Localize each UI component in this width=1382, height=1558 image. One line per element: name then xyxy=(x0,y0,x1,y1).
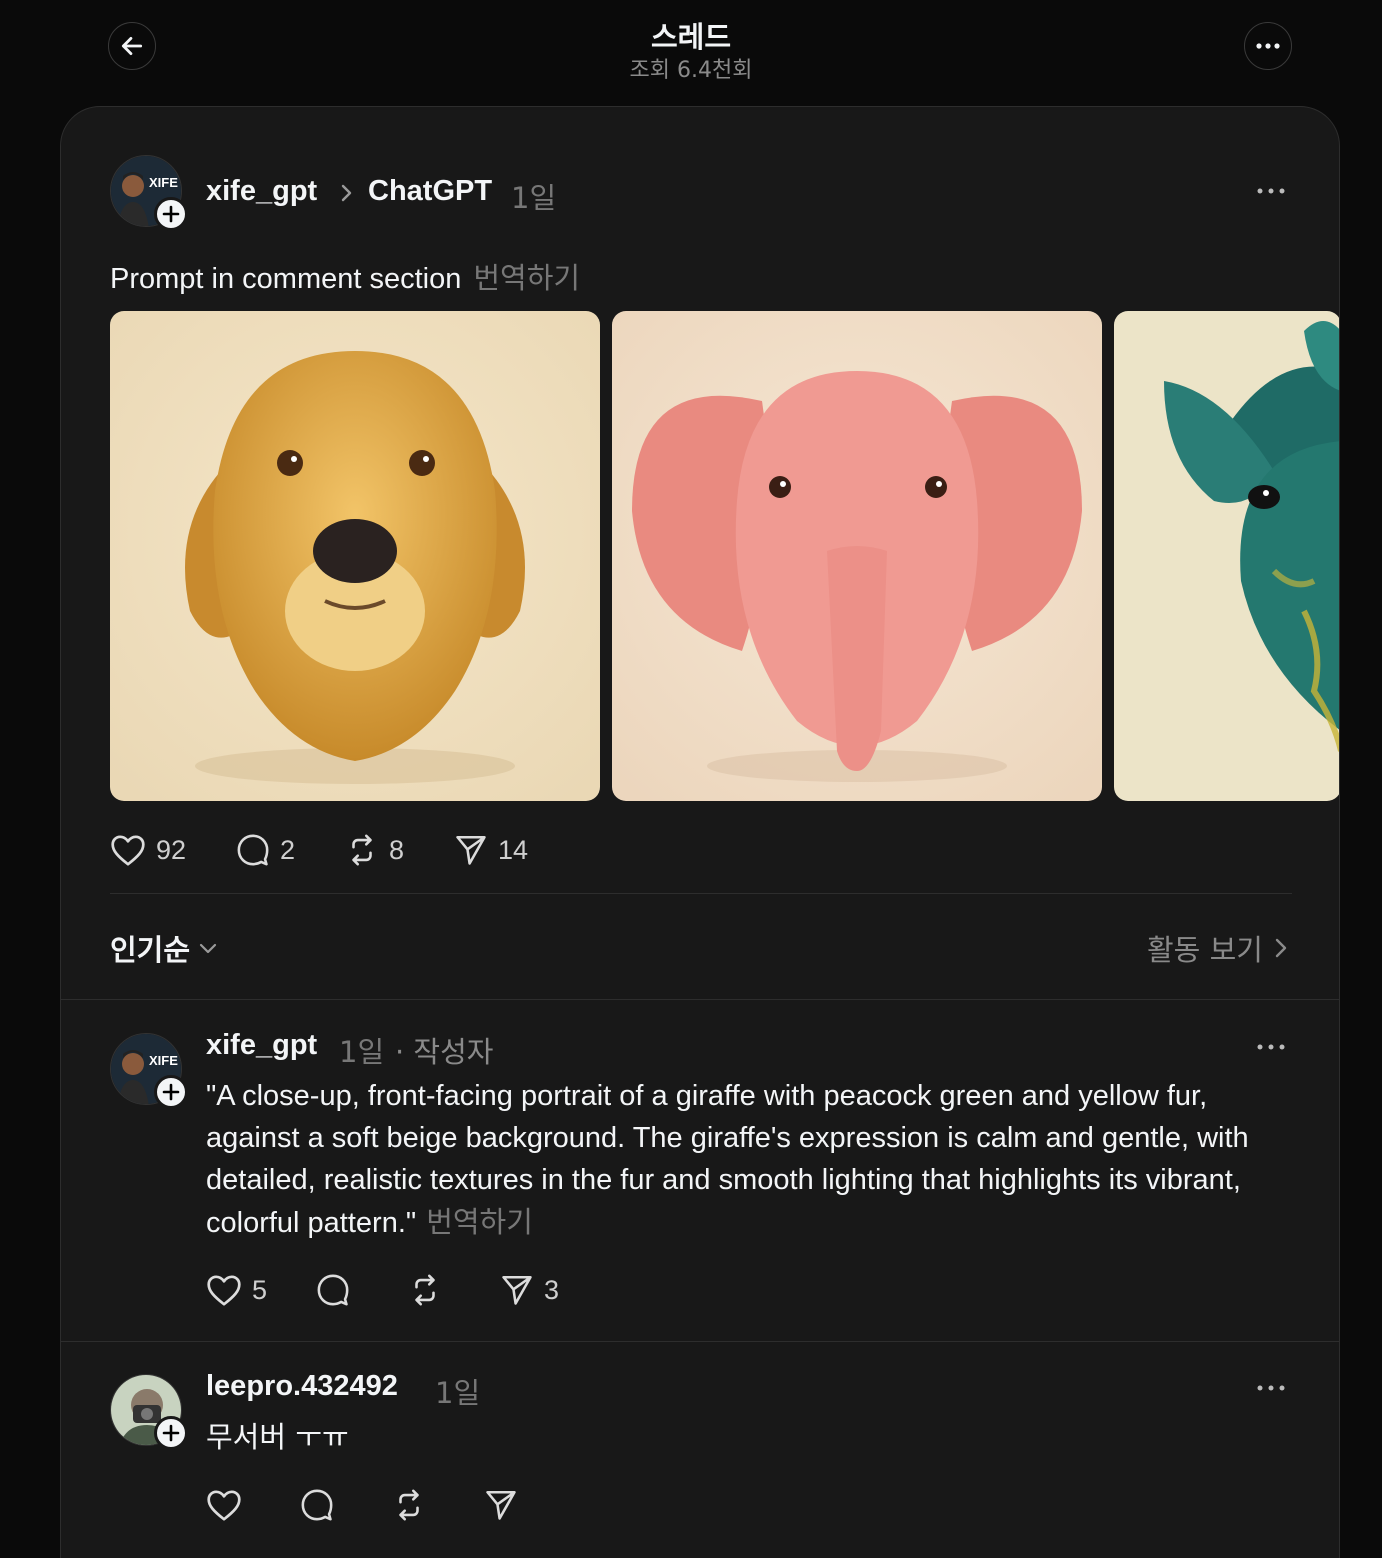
follow-plus-button[interactable] xyxy=(154,1075,188,1109)
comment-button[interactable] xyxy=(300,1488,334,1522)
share-button[interactable] xyxy=(484,1488,518,1522)
post-body: Prompt in comment section xyxy=(110,263,462,295)
follow-plus-button[interactable] xyxy=(154,1416,188,1450)
like-count: 5 xyxy=(252,1274,268,1305)
post-image-elephant[interactable] xyxy=(612,311,1102,801)
heart-icon xyxy=(111,835,145,866)
like-button[interactable]: 5 xyxy=(206,1273,267,1307)
like-count: 92 xyxy=(156,834,187,865)
send-icon xyxy=(486,1490,516,1520)
golden-retriever-image xyxy=(110,311,600,801)
sort-dropdown[interactable]: 인기순 xyxy=(110,927,218,969)
post-image-giraffe[interactable] xyxy=(1114,311,1339,801)
share-count: 14 xyxy=(498,834,529,865)
repost-button[interactable] xyxy=(408,1273,442,1307)
svg-text:XIFE GPT: XIFE GPT xyxy=(149,175,182,190)
comment-bubble-icon xyxy=(301,1489,333,1521)
svg-text:XIFE GPT: XIFE GPT xyxy=(149,1053,182,1068)
repost-icon xyxy=(399,1489,419,1521)
comment-bubble-icon xyxy=(237,834,269,866)
translate-link[interactable]: 번역하기 xyxy=(426,1205,533,1239)
heart-icon xyxy=(207,1275,241,1306)
avatar[interactable]: XIFE GPT xyxy=(110,1033,188,1109)
comment-username[interactable]: leepro.432492 xyxy=(206,1370,398,1403)
post-time: 1일 xyxy=(511,181,557,215)
chevron-down-icon xyxy=(199,943,217,954)
post-more-button[interactable] xyxy=(1251,181,1291,201)
translate-link[interactable]: 번역하기 xyxy=(473,261,580,295)
comment-button[interactable] xyxy=(316,1273,350,1307)
comment-count: 2 xyxy=(280,834,296,865)
like-button[interactable] xyxy=(206,1488,242,1522)
post-text: Prompt in comment section 번역하기 xyxy=(110,255,580,297)
teal-giraffe-image xyxy=(1114,311,1339,801)
send-icon xyxy=(502,1275,532,1305)
comment-body: "A close-up, front-facing portrait of a … xyxy=(206,1080,1249,1239)
repost-button[interactable]: 8 xyxy=(345,833,404,867)
top-bar: 스레드 조회 6.4천회 xyxy=(0,0,1382,100)
pink-elephant-image xyxy=(612,311,1102,801)
post-username[interactable]: xife_gpt xyxy=(206,175,317,208)
plus-icon xyxy=(162,205,180,223)
comment-time: 1일 xyxy=(435,1376,481,1410)
share-count: 3 xyxy=(544,1274,560,1305)
follow-plus-button[interactable] xyxy=(154,197,188,231)
repost-icon xyxy=(352,834,372,866)
activity-link[interactable]: 활동 보기 xyxy=(1147,927,1289,969)
heart-icon xyxy=(207,1490,241,1521)
sort-label: 인기순 xyxy=(110,933,191,967)
view-count: 조회 6.4천회 xyxy=(629,58,753,83)
thread-card: XIFE GPT xife_gpt ChatGPT 1일 Prompt in c… xyxy=(60,106,1340,1558)
repost-count: 8 xyxy=(389,834,405,865)
share-button[interactable]: 3 xyxy=(500,1273,559,1307)
send-icon xyxy=(456,835,486,865)
comment-text: "A close-up, front-facing portrait of a … xyxy=(206,1075,1306,1244)
author-badge: · 작성자 xyxy=(395,1035,494,1069)
divider xyxy=(61,1341,1339,1342)
comment-button[interactable]: 2 xyxy=(236,833,295,867)
post-image-dog[interactable] xyxy=(110,311,600,801)
like-button[interactable]: 92 xyxy=(110,833,186,867)
comment-time: 1일 xyxy=(339,1035,385,1069)
more-dots-icon xyxy=(1257,1044,1285,1050)
share-button[interactable]: 14 xyxy=(454,833,528,867)
repost-icon xyxy=(415,1274,435,1306)
comment-body: 무서버 ㅜㅠ xyxy=(206,1420,349,1454)
plus-icon xyxy=(162,1424,180,1442)
plus-icon xyxy=(162,1083,180,1101)
comment-more-button[interactable] xyxy=(1251,1037,1291,1057)
repost-button[interactable] xyxy=(392,1488,426,1522)
more-dots-icon xyxy=(1257,188,1285,194)
more-options-button[interactable] xyxy=(1244,22,1292,70)
chevron-right-icon xyxy=(341,184,352,202)
divider xyxy=(110,893,1292,894)
chevron-right-icon xyxy=(1275,938,1287,958)
avatar[interactable] xyxy=(110,1374,188,1450)
more-dots-icon xyxy=(1256,43,1280,49)
community-name[interactable]: ChatGPT xyxy=(368,175,492,208)
more-dots-icon xyxy=(1257,1385,1285,1391)
divider xyxy=(61,999,1339,1000)
activity-label: 활동 보기 xyxy=(1147,933,1263,967)
avatar[interactable]: XIFE GPT xyxy=(110,155,188,231)
page-title: 스레드 xyxy=(650,20,732,54)
comment-text: 무서버 ㅜㅠ xyxy=(206,1416,1306,1458)
comment-username[interactable]: xife_gpt xyxy=(206,1029,317,1062)
comment-bubble-icon xyxy=(317,1274,349,1306)
comment-more-button[interactable] xyxy=(1251,1378,1291,1398)
